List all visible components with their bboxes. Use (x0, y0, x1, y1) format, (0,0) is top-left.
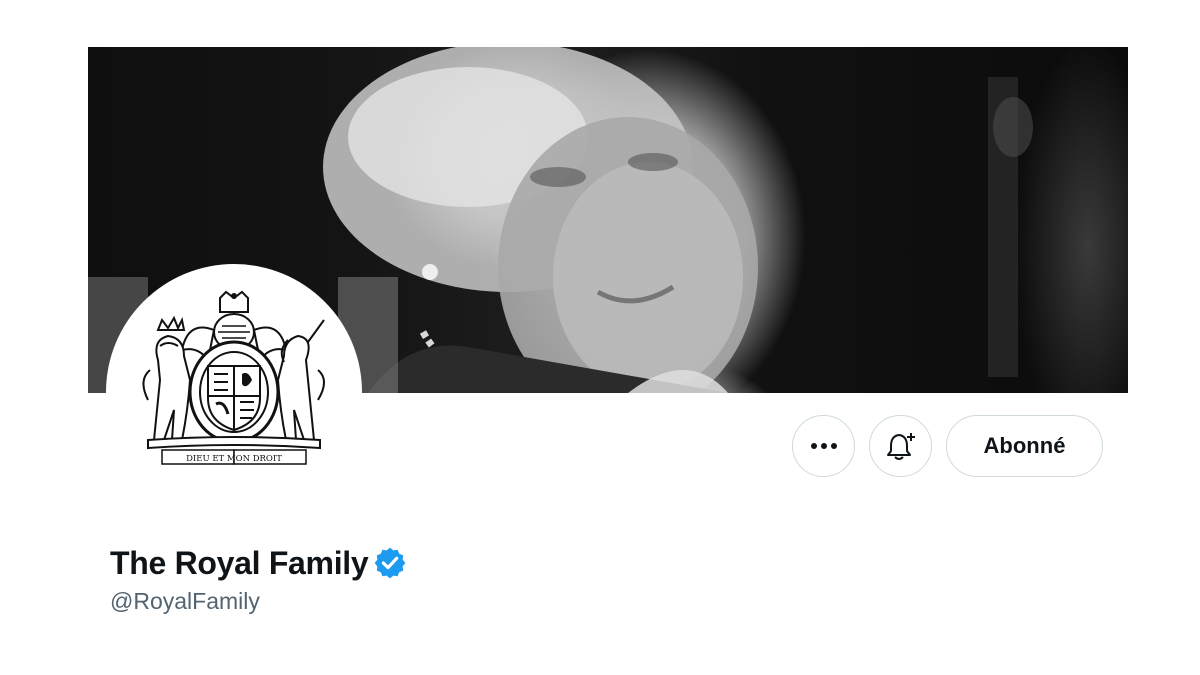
more-button[interactable] (792, 415, 855, 477)
notifications-button[interactable] (869, 415, 932, 477)
profile-handle: @RoyalFamily (110, 588, 260, 614)
avatar-motto: DIEU ET MON DROIT (186, 454, 282, 464)
royal-coat-of-arms-icon: DIEU ET MON DROIT (142, 290, 325, 465)
profile-name-row: The Royal Family (110, 543, 406, 583)
profile-avatar[interactable]: DIEU ET MON DROIT (110, 268, 358, 516)
bell-plus-icon (886, 433, 915, 460)
following-button[interactable]: Abonné (946, 415, 1103, 477)
display-name: The Royal Family (110, 544, 369, 581)
verified-badge-icon (374, 547, 406, 579)
more-dots-icon (810, 443, 837, 449)
